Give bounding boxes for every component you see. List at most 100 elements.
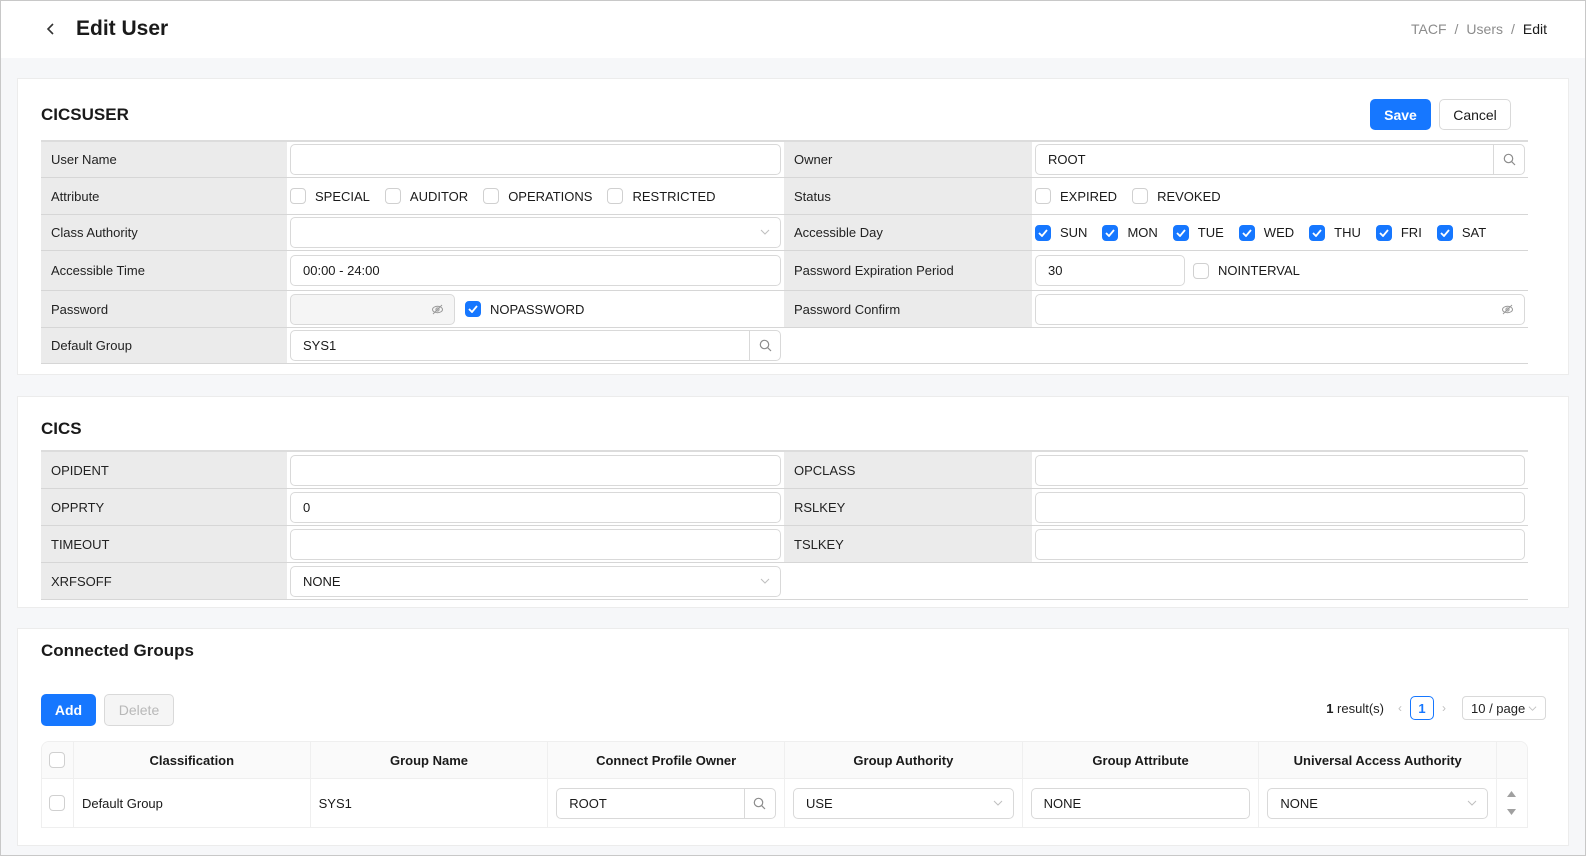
- owner-search-button[interactable]: [1493, 145, 1524, 174]
- user-name-label: User Name: [41, 142, 287, 177]
- eye-invisible-icon[interactable]: [431, 303, 444, 316]
- group-attribute-cell: NONE: [1023, 779, 1260, 827]
- rslkey-label: RSLKEY: [784, 489, 1032, 525]
- accessible-day-sun-checkbox[interactable]: SUN: [1035, 224, 1087, 241]
- check-icon: [1312, 228, 1322, 237]
- cancel-button[interactable]: Cancel: [1439, 99, 1511, 130]
- accessible-time-input[interactable]: 00:00 - 24:00: [290, 255, 781, 286]
- password-confirm-input[interactable]: [1035, 293, 1525, 325]
- cics-title: CICS: [41, 419, 82, 438]
- attribute-checkboxes: SPECIAL AUDITOR OPERATIONS RESTRICTED: [290, 188, 731, 204]
- opident-label: OPIDENT: [41, 452, 287, 488]
- row-checkbox[interactable]: [49, 795, 66, 811]
- group-authority-cell: USE: [785, 779, 1023, 827]
- attribute-restricted-checkbox[interactable]: RESTRICTED: [607, 188, 716, 204]
- password-label: Password: [41, 291, 287, 327]
- row-select-cell: [42, 779, 74, 827]
- opclass-input[interactable]: [1035, 454, 1525, 486]
- check-icon: [1440, 228, 1450, 237]
- delete-button[interactable]: Delete: [104, 694, 174, 726]
- column-header-connect-profile-owner[interactable]: Connect Profile Owner: [548, 742, 786, 779]
- breadcrumb-tacf[interactable]: TACF: [1411, 21, 1447, 37]
- search-icon: [754, 797, 766, 809]
- column-header-group-attribute[interactable]: Group Attribute: [1022, 742, 1260, 779]
- timeout-input[interactable]: [290, 528, 781, 560]
- result-count: 1 result(s): [1326, 700, 1384, 716]
- default-group-search-button[interactable]: [749, 331, 780, 360]
- opident-input[interactable]: [290, 454, 781, 486]
- prev-page-button[interactable]: ‹: [1398, 701, 1402, 715]
- column-header-universal-access-authority[interactable]: Universal Access Authority: [1259, 742, 1498, 779]
- add-button[interactable]: Add: [41, 694, 96, 726]
- form-row: TIMEOUT TSLKEY: [41, 526, 1528, 563]
- xrfsoff-select[interactable]: NONE: [290, 565, 781, 597]
- accessible-day-fri-checkbox[interactable]: FRI: [1375, 224, 1422, 241]
- accessible-day-tue-checkbox[interactable]: TUE: [1172, 224, 1224, 241]
- status-expired-checkbox[interactable]: EXPIRED: [1035, 188, 1117, 204]
- class-authority-select[interactable]: [290, 217, 781, 248]
- checkbox-label: FRI: [1400, 225, 1422, 240]
- rslkey-input[interactable]: [1035, 491, 1525, 523]
- status-revoked-checkbox[interactable]: REVOKED: [1132, 188, 1221, 204]
- opclass-label: OPCLASS: [784, 452, 1032, 488]
- page-header: Edit User TACF / Users / Edit: [1, 1, 1585, 58]
- universal-access-authority-select[interactable]: NONE: [1267, 787, 1488, 819]
- scroll-down-icon[interactable]: [1507, 809, 1517, 815]
- group-authority-value: USE: [805, 795, 833, 811]
- connect-profile-owner-cell: ROOT: [548, 779, 785, 827]
- checkbox-box: [1102, 224, 1119, 241]
- save-button[interactable]: Save: [1370, 99, 1431, 130]
- tslkey-input[interactable]: [1035, 528, 1525, 560]
- back-button[interactable]: [41, 19, 61, 39]
- user-name-input[interactable]: [290, 144, 781, 175]
- nopassword-checkbox[interactable]: NOPASSWORD: [465, 301, 584, 317]
- breadcrumb-users[interactable]: Users: [1466, 21, 1503, 37]
- group-authority-select[interactable]: USE: [792, 787, 1014, 819]
- accessible-day-mon-checkbox[interactable]: MON: [1102, 224, 1158, 241]
- group-attribute-input[interactable]: NONE: [1030, 787, 1251, 819]
- next-page-button[interactable]: ›: [1442, 701, 1446, 715]
- table-scrollbar[interactable]: [1497, 779, 1527, 827]
- opprty-input[interactable]: 0: [290, 491, 781, 523]
- page-title: Edit User: [76, 17, 169, 40]
- eye-invisible-icon[interactable]: [1501, 303, 1514, 316]
- check-icon: [1038, 228, 1048, 237]
- xrfsoff-value: NONE: [303, 573, 341, 589]
- column-header-group-name[interactable]: Group Name: [310, 742, 549, 779]
- accessible-day-sat-checkbox[interactable]: SAT: [1436, 224, 1486, 241]
- checkbox-label: TUE: [1197, 225, 1224, 240]
- owner-value: ROOT: [1048, 152, 1086, 167]
- default-group-label: Default Group: [41, 328, 287, 363]
- password-expiration-label: Password Expiration Period: [784, 251, 1032, 290]
- select-all-checkbox[interactable]: [49, 752, 66, 768]
- attribute-special-checkbox[interactable]: SPECIAL: [290, 188, 370, 204]
- attribute-operations-checkbox[interactable]: OPERATIONS: [483, 188, 592, 204]
- password-expiration-input[interactable]: 30: [1035, 255, 1185, 286]
- timeout-label: TIMEOUT: [41, 526, 287, 562]
- search-icon: [759, 339, 771, 352]
- default-group-input[interactable]: SYS1: [290, 330, 781, 361]
- password-input[interactable]: [290, 293, 455, 325]
- column-header-group-authority[interactable]: Group Authority: [785, 742, 1023, 779]
- empty-cell: [784, 328, 1528, 363]
- chevron-down-icon: [760, 229, 770, 235]
- checkbox-label: MON: [1127, 225, 1158, 240]
- accessible-day-checkboxes: SUN MON TUE WED THU FRI SAT: [1035, 224, 1501, 241]
- search-icon: [1503, 153, 1515, 166]
- page-size-select[interactable]: 10 / page: [1462, 696, 1546, 720]
- attribute-auditor-checkbox[interactable]: AUDITOR: [384, 188, 468, 204]
- connect-profile-owner-input[interactable]: ROOT: [556, 787, 776, 819]
- cicsuser-title: CICSUSER: [41, 105, 129, 124]
- scroll-up-icon[interactable]: [1507, 791, 1517, 797]
- accessible-day-wed-checkbox[interactable]: WED: [1238, 224, 1294, 241]
- chevron-down-icon: [1467, 800, 1477, 806]
- page-1-button[interactable]: 1: [1410, 696, 1434, 720]
- cics-section: CICS OPIDENT OPCLASS OPPRTY 0 RSLKEY TIM…: [17, 396, 1569, 608]
- nointerval-checkbox[interactable]: NOINTERVAL: [1193, 262, 1300, 279]
- connect-profile-owner-search-button[interactable]: [743, 788, 775, 818]
- scroll-header-cell: [1497, 742, 1527, 779]
- checkbox-box: [1309, 224, 1326, 241]
- column-header-classification[interactable]: Classification: [73, 742, 311, 779]
- owner-input[interactable]: ROOT: [1035, 144, 1525, 175]
- accessible-day-thu-checkbox[interactable]: THU: [1309, 224, 1361, 241]
